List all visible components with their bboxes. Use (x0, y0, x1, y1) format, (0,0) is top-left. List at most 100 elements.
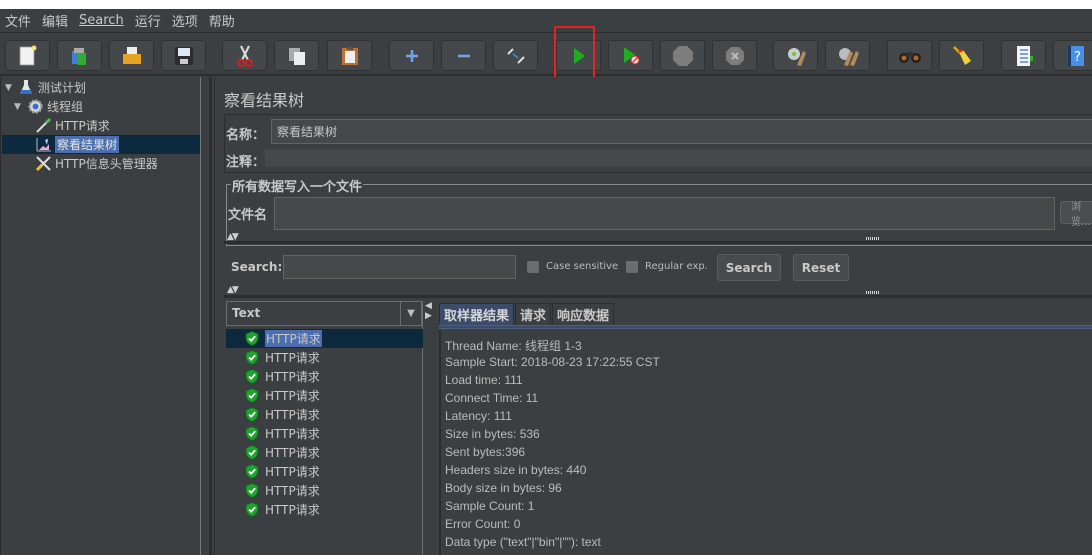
stop-button[interactable] (660, 40, 705, 71)
search-button[interactable] (887, 40, 932, 71)
regex-checkbox[interactable] (625, 260, 639, 274)
filename-label: 文件名 (228, 208, 268, 223)
broom-icon (952, 45, 971, 65)
search-label: Search: (231, 260, 283, 274)
tab-request[interactable]: 请求 (515, 303, 552, 325)
sampler-result-line: Sample Start: 2018-08-23 17:22:55 CST (445, 355, 660, 369)
cut-button[interactable] (222, 40, 267, 71)
menu-edit[interactable]: 编辑 (42, 11, 68, 30)
tab-response-data[interactable]: 响应数据 (552, 303, 615, 325)
search-input[interactable] (283, 255, 516, 279)
sampler-result-line: Error Count: 0 (445, 517, 521, 531)
start-no-pauses-button[interactable] (608, 40, 653, 71)
splitter-grip-icon[interactable] (866, 237, 880, 240)
collapse-arrows-icon[interactable]: ▲▼ (227, 285, 239, 295)
browse-button[interactable]: 浏览... (1060, 201, 1092, 228)
plus-icon (405, 49, 418, 62)
function-helper-button[interactable] (1001, 40, 1046, 71)
tree-splitter[interactable] (201, 77, 214, 555)
shutdown-button[interactable] (712, 40, 757, 71)
sampler-result-text: Thread Name: 线程组 1-3 Sample Start: 2018-0… (439, 330, 1092, 555)
sampler-result-line: Connect Time: 11 (445, 391, 539, 405)
result-item-label: HTTP请求 (265, 465, 320, 479)
chevron-down-icon[interactable]: ▼ (400, 302, 421, 325)
expand-toggle-icon[interactable]: ▼ (5, 83, 15, 93)
result-item-label: HTTP请求 (265, 503, 320, 517)
case-sensitive-label: Case sensitive (546, 261, 619, 272)
play-no-timers-icon (623, 46, 639, 64)
result-item-label: HTTP请求 (265, 484, 320, 498)
success-shield-icon (245, 502, 259, 517)
templates-button[interactable] (57, 40, 102, 71)
result-list-item[interactable]: HTTP请求 (226, 481, 423, 500)
result-list-item[interactable]: HTTP请求 (226, 405, 423, 424)
expand-button[interactable] (389, 40, 434, 71)
sampler-result-line: Body size in bytes: 96 (445, 481, 562, 495)
menu-run[interactable]: 运行 (135, 11, 161, 30)
name-field[interactable]: 察看结果树 (271, 119, 1092, 144)
result-item-label: HTTP请求 (265, 408, 320, 422)
success-shield-icon (245, 426, 259, 441)
result-list-item[interactable]: HTTP请求 (226, 424, 423, 443)
paste-icon (341, 46, 358, 65)
result-list-item[interactable]: HTTP请求 (226, 386, 423, 405)
sampler-result-line: Latency: 111 (445, 409, 512, 423)
menu-file[interactable]: 文件 (5, 11, 31, 30)
result-list-item[interactable]: HTTP请求 (226, 367, 423, 386)
save-button[interactable] (161, 40, 206, 71)
splitter-grip-icon[interactable] (866, 291, 880, 294)
copy-button[interactable] (274, 40, 319, 71)
new-button[interactable] (5, 40, 50, 71)
tree-node-label: 察看结果树 (55, 136, 120, 153)
case-sensitive-checkbox[interactable] (526, 260, 540, 274)
menu-help[interactable]: 帮助 (209, 11, 235, 30)
divider (224, 295, 1092, 298)
sampler-result-line: Size in bytes: 536 (445, 427, 540, 441)
result-list-item[interactable]: HTTP请求 (226, 462, 423, 481)
help-button[interactable]: ? (1053, 40, 1092, 71)
tree-node-http-request[interactable]: HTTP请求 (34, 116, 110, 135)
paste-button[interactable] (327, 40, 372, 71)
tab-sampler-result[interactable]: 取样器结果 (439, 303, 515, 325)
sampler-result-line: Sample Count: 1 (445, 499, 535, 513)
menu-search[interactable]: Search (79, 13, 124, 28)
comment-field[interactable] (265, 149, 1092, 167)
success-shield-icon (245, 350, 259, 365)
stop-icon (672, 45, 693, 66)
reset-button[interactable]: Reset (793, 254, 849, 281)
renderer-select[interactable]: Text ▼ (226, 301, 422, 326)
result-list-item[interactable]: HTTP请求 (226, 329, 423, 348)
result-list-item[interactable]: HTTP请求 (226, 348, 423, 367)
toolbar: ? (0, 34, 1092, 76)
divider (224, 241, 1092, 244)
tree-node-view-results-tree[interactable]: 察看结果树 (2, 135, 200, 154)
reset-search-button[interactable] (939, 40, 984, 71)
clear-all-button[interactable] (825, 40, 870, 71)
clear-button[interactable] (773, 40, 818, 71)
new-file-icon (19, 45, 36, 65)
scissors-icon (236, 45, 253, 67)
start-button[interactable] (556, 40, 601, 71)
results-list: Text ▼ HTTP请求 HTTP请求 HTTP请求 HTTP请求 HTTP请求 HTT… (225, 301, 423, 555)
flask-icon (17, 79, 35, 97)
result-list-item[interactable]: HTTP请求 (226, 500, 423, 519)
success-shield-icon (245, 407, 259, 422)
horizontal-split-arrows-icon[interactable]: ◀ ▶ (425, 301, 433, 331)
toggle-button[interactable] (493, 40, 538, 71)
window-top-strip (0, 0, 1092, 9)
menu-options[interactable]: 选项 (172, 11, 198, 30)
result-item-label: HTTP请求 (265, 330, 322, 347)
tree-node-header-manager[interactable]: HTTP信息头管理器 (34, 154, 158, 173)
success-shield-icon (245, 388, 259, 403)
open-button[interactable] (109, 40, 154, 71)
result-tabs: 取样器结果 请求 响应数据 (439, 303, 615, 325)
clear-all-icon (838, 47, 859, 66)
filename-field[interactable] (274, 197, 1055, 230)
expand-toggle-icon[interactable]: ▼ (14, 102, 24, 112)
result-list-item[interactable]: HTTP请求 (226, 443, 423, 462)
tree-node-thread-group[interactable]: ▼ 线程组 (14, 97, 83, 116)
minus-icon (457, 54, 470, 57)
tree-node-test-plan[interactable]: ▼ 测试计划 (5, 78, 86, 97)
search-button[interactable]: Search (717, 254, 781, 281)
collapse-button[interactable] (441, 40, 486, 71)
